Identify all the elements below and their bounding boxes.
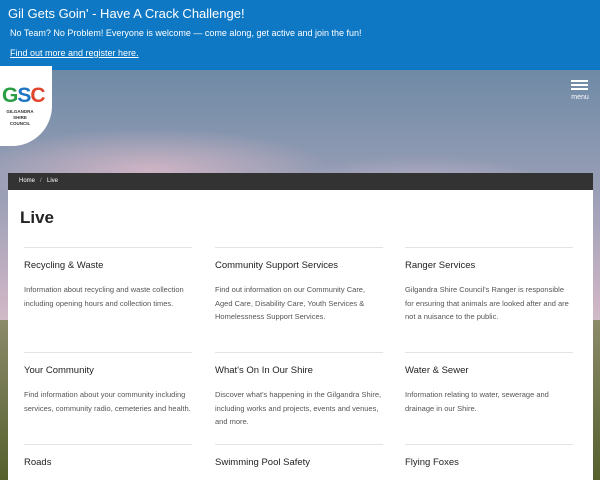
tile-ranger-services[interactable]: Ranger Services Gilgandra Shire Council'… bbox=[405, 247, 573, 352]
breadcrumb: Home / Live bbox=[8, 173, 593, 190]
logo-letter-s: S bbox=[17, 84, 31, 107]
hero-field-left bbox=[0, 320, 8, 480]
tile-title[interactable]: Community Support Services bbox=[215, 260, 338, 271]
tile-description: Information about recycling and waste co… bbox=[24, 285, 184, 308]
page-title: Live bbox=[20, 208, 55, 227]
logo-subtitle: GILGANDRA SHIRE COUNCIL bbox=[3, 109, 37, 127]
tile-your-community[interactable]: Your Community Find information about yo… bbox=[24, 352, 192, 444]
hamburger-icon-bar bbox=[571, 84, 588, 86]
logo-letters: GSC bbox=[2, 84, 46, 108]
breadcrumb-separator: / bbox=[40, 178, 42, 184]
content-card: Live Recycling & Waste Information about… bbox=[8, 190, 593, 480]
tile-roads[interactable]: Roads bbox=[24, 444, 192, 480]
tile-title[interactable]: What's On In Our Shire bbox=[215, 365, 313, 376]
tile-recycling-waste[interactable]: Recycling & Waste Information about recy… bbox=[24, 247, 192, 352]
tile-title[interactable]: Roads bbox=[24, 457, 51, 468]
tile-description: Information relating to water, sewerage … bbox=[405, 390, 549, 413]
banner-title: Gil Gets Goin' - Have A Crack Challenge! bbox=[8, 6, 245, 21]
register-link[interactable]: Find out more and register here. bbox=[10, 48, 139, 58]
tile-title[interactable]: Flying Foxes bbox=[405, 457, 459, 468]
tile-description: Find out information on our Community Ca… bbox=[215, 285, 366, 322]
tile-swimming-pool-safety[interactable]: Swimming Pool Safety bbox=[215, 444, 383, 480]
tile-description: Discover what's happening in the Gilgand… bbox=[215, 390, 382, 427]
menu-label: menu bbox=[571, 94, 589, 101]
banner-text: No Team? No Problem! Everyone is welcome… bbox=[10, 28, 362, 38]
hero-field-right bbox=[592, 320, 600, 480]
tile-flying-foxes[interactable]: Flying Foxes bbox=[405, 444, 573, 480]
tile-title[interactable]: Recycling & Waste bbox=[24, 260, 103, 271]
logo-letter-g: G bbox=[2, 84, 18, 107]
tile-title[interactable]: Swimming Pool Safety bbox=[215, 457, 310, 468]
breadcrumb-home[interactable]: Home bbox=[19, 178, 35, 184]
announcement-banner: Gil Gets Goin' - Have A Crack Challenge!… bbox=[0, 0, 600, 70]
menu-button[interactable]: menu bbox=[570, 80, 590, 104]
tile-title[interactable]: Ranger Services bbox=[405, 260, 475, 271]
tile-title[interactable]: Your Community bbox=[24, 365, 94, 376]
tile-description: Find information about your community in… bbox=[24, 390, 191, 413]
tile-water-sewer[interactable]: Water & Sewer Information relating to wa… bbox=[405, 352, 573, 444]
tile-community-support-services[interactable]: Community Support Services Find out info… bbox=[215, 247, 383, 352]
tile-whats-on[interactable]: What's On In Our Shire Discover what's h… bbox=[215, 352, 383, 444]
hamburger-icon-bar bbox=[571, 88, 588, 90]
logo-subtitle-line2: SHIRE COUNCIL bbox=[9, 115, 31, 126]
breadcrumb-current: Live bbox=[47, 178, 59, 184]
logo-letter-c: C bbox=[30, 84, 45, 107]
tile-description: Gilgandra Shire Council's Ranger is resp… bbox=[405, 285, 569, 322]
hamburger-icon bbox=[571, 80, 588, 82]
tile-title[interactable]: Water & Sewer bbox=[405, 365, 469, 376]
